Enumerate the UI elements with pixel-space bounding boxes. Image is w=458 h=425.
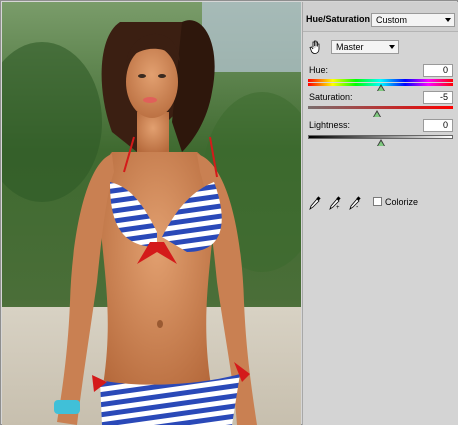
colorize-checkbox[interactable] [373, 197, 382, 206]
lightness-input[interactable]: 0 [423, 119, 453, 132]
photo-image [2, 2, 301, 425]
chevron-down-icon [445, 18, 451, 22]
saturation-input[interactable]: -5 [423, 91, 453, 104]
svg-text:+: + [336, 205, 340, 210]
saturation-label: Saturation: [309, 92, 353, 102]
hue-spectrum-bar [308, 79, 453, 82]
lightness-slider-thumb[interactable] [377, 139, 385, 146]
saturation-slider-track[interactable] [308, 106, 453, 109]
eyedropper-plus-icon[interactable]: + [329, 196, 341, 210]
colorize-label: Colorize [385, 197, 419, 207]
preset-dropdown[interactable]: Custom [371, 13, 455, 27]
eyedropper-minus-icon[interactable]: - [349, 196, 361, 210]
hue-slider-thumb[interactable] [377, 84, 385, 91]
window-frame: Hue/Saturation Custom Master Hue: 0 Satu… [0, 0, 458, 425]
lightness-label: Lightness: [309, 120, 351, 130]
chevron-down-icon [389, 45, 395, 49]
hue-input[interactable]: 0 [423, 64, 453, 77]
svg-text:-: - [356, 204, 359, 210]
channel-dropdown[interactable]: Master [331, 40, 399, 54]
eyedropper-icon[interactable] [309, 196, 321, 210]
target-adjust-hand-icon[interactable] [309, 40, 323, 55]
hue-label: Hue: [309, 65, 329, 75]
photo-canvas[interactable] [2, 2, 301, 425]
saturation-slider-thumb[interactable] [373, 110, 381, 117]
channel-selected: Master [336, 42, 364, 52]
panel-header: Hue/Saturation Custom [303, 2, 458, 32]
panel-title: Hue/Saturation [306, 14, 371, 24]
hue-saturation-panel: Hue/Saturation Custom Master Hue: 0 Satu… [302, 2, 458, 425]
preset-selected: Custom [376, 15, 408, 25]
